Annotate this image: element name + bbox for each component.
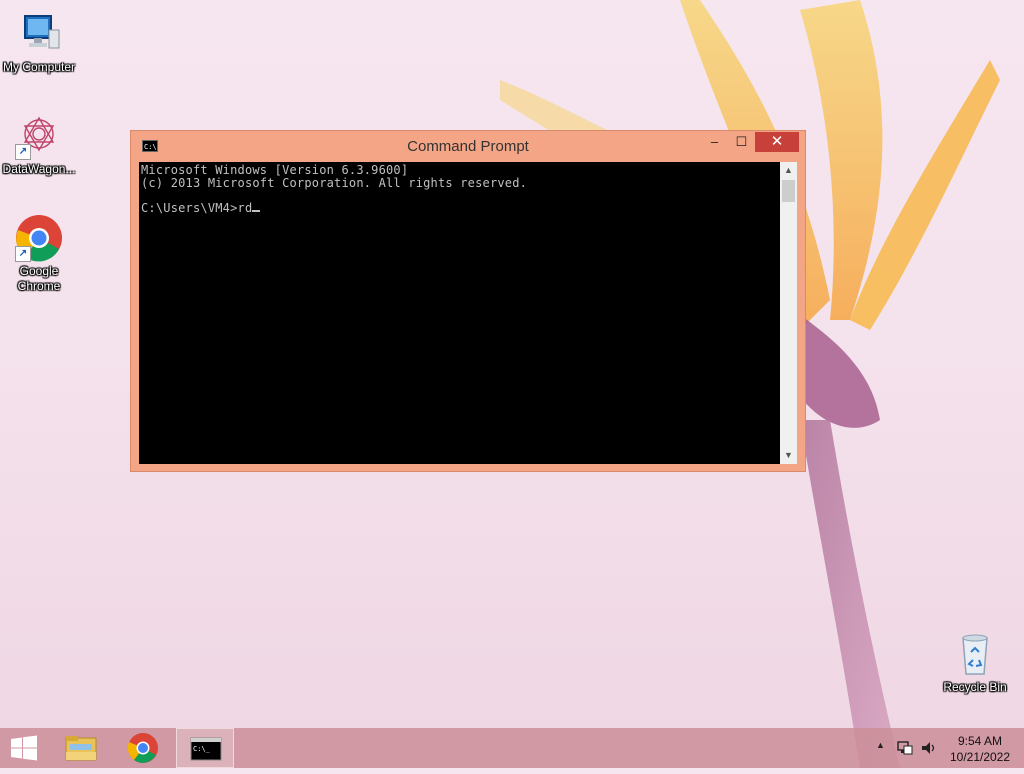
console-line: (c) 2013 Microsoft Corporation. All righ… xyxy=(141,175,528,190)
command-prompt-window[interactable]: C:\ Command Prompt – ☐ ✕ Microsoft Windo… xyxy=(130,130,806,472)
shortcut-arrow-icon: ↗ xyxy=(15,246,31,262)
svg-text:C:\_: C:\_ xyxy=(193,745,211,753)
start-button[interactable] xyxy=(0,728,48,768)
taskbar: C:\_ ▲ 9:54 AM 10/21/2022 xyxy=(0,728,1024,768)
taskbar-command-prompt[interactable]: C:\_ xyxy=(176,728,234,768)
desktop-icon-google-chrome[interactable]: ↗ Google Chrome xyxy=(1,214,77,294)
desktop-icon-label: My Computer xyxy=(2,60,76,74)
datawagon-icon: ↗ xyxy=(15,112,63,160)
chrome-icon: ↗ xyxy=(15,214,63,262)
vertical-scrollbar[interactable]: ▲ ▼ xyxy=(780,162,797,464)
scrollbar-thumb[interactable] xyxy=(782,180,795,202)
clock-time: 9:54 AM xyxy=(957,734,1003,748)
text-cursor xyxy=(252,209,261,212)
console-prompt-line: C:\Users\VM4>rd xyxy=(141,200,253,215)
recycle-bin-icon xyxy=(951,630,999,678)
clock-date: 10/21/2022 xyxy=(949,750,1011,764)
cmd-icon: C:\_ xyxy=(190,737,222,761)
scroll-up-arrow-icon[interactable]: ▲ xyxy=(780,162,797,179)
computer-icon xyxy=(15,10,63,58)
desktop-icon-recycle-bin[interactable]: Recycle Bin xyxy=(937,630,1013,695)
desktop-icon-label: Recycle Bin xyxy=(943,680,1007,694)
windows-logo-icon xyxy=(11,735,37,761)
volume-icon[interactable] xyxy=(920,740,938,756)
folder-icon xyxy=(65,736,97,761)
maximize-button[interactable]: ☐ xyxy=(728,132,755,152)
scroll-down-arrow-icon[interactable]: ▼ xyxy=(780,447,797,464)
desktop-icon-datawagon[interactable]: ↗ DataWagon... xyxy=(1,112,77,177)
shortcut-arrow-icon: ↗ xyxy=(15,144,31,160)
desktop-icon-label: Google Chrome xyxy=(17,264,61,293)
minimize-button[interactable]: – xyxy=(701,132,728,152)
taskbar-clock[interactable]: 9:54 AM 10/21/2022 xyxy=(944,733,1016,765)
close-button[interactable]: ✕ xyxy=(755,132,799,152)
chrome-icon xyxy=(127,733,158,763)
console-output[interactable]: Microsoft Windows [Version 6.3.9600] (c)… xyxy=(139,162,780,464)
show-hidden-icons-icon[interactable]: ▲ xyxy=(876,740,885,750)
network-icon[interactable] xyxy=(896,740,914,756)
window-titlebar[interactable]: C:\ Command Prompt – ☐ ✕ xyxy=(131,131,805,161)
system-tray: ▲ xyxy=(872,728,942,768)
desktop-icon-my-computer[interactable]: My Computer xyxy=(1,10,77,75)
desktop-icon-label: DataWagon... xyxy=(2,162,76,176)
taskbar-file-explorer[interactable] xyxy=(52,728,110,768)
taskbar-chrome[interactable] xyxy=(114,728,172,768)
